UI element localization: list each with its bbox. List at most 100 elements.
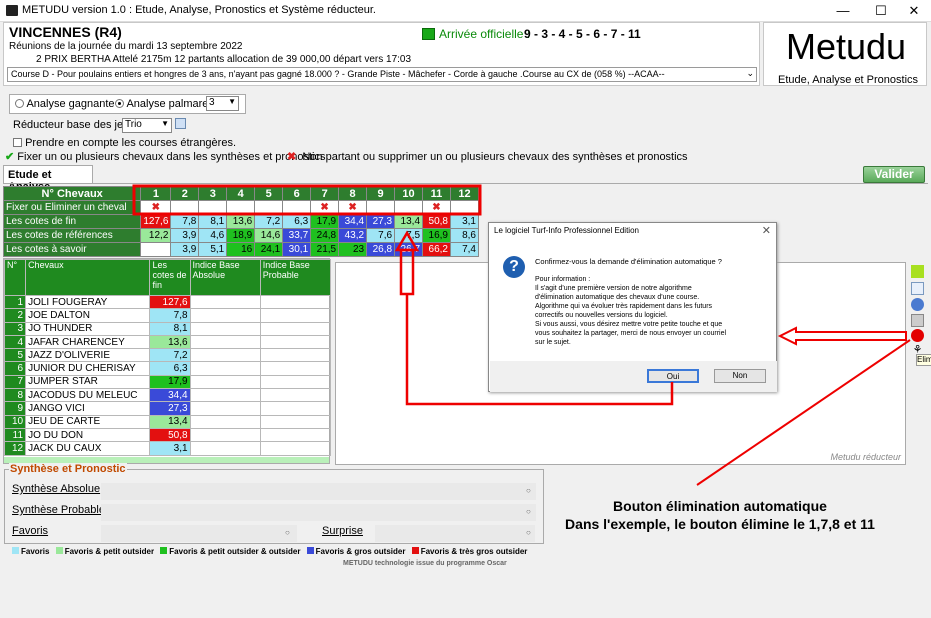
side-toolbar: ⚘ Elim [908,262,931,372]
grid-value-cell: 5,1 [198,242,228,257]
reducteur-select[interactable]: Trio ▼ [122,118,172,133]
grid-fix-cell[interactable] [198,200,228,215]
horse-name: JAZZ D'OLIVERIE [25,348,151,363]
grid-value-cell: 23 [338,242,368,257]
grid-value-cell: 33,7 [282,228,312,243]
table-row[interactable]: 3 JO THUNDER 8,1 [3,321,332,336]
table-row[interactable]: 11 JO DU DON 50,8 [3,427,332,443]
table-row[interactable]: 10 JEU DE CARTE 13,4 [3,414,332,429]
synthese-group: Synthèse et Pronostic Synthèse Absolue ○… [4,463,544,544]
prix-text: 2 PRIX BERTHA Attelé 2175m 12 partants a… [36,54,412,65]
copy-icon[interactable] [175,118,186,129]
grid-value-cell: 66,2 [422,242,451,257]
course-text: Course D - Pour poulains entiers et hong… [11,69,665,79]
horse-cote: 27,3 [149,401,191,416]
grid-fix-cell[interactable] [254,200,284,215]
grid-col-number: 4 [226,186,256,201]
table-row[interactable]: 2 JOE DALTON 7,8 [3,308,332,323]
table-row[interactable]: 5 JAZZ D'OLIVERIE 7,2 [3,348,332,363]
radio-icon[interactable]: ○ [285,528,290,537]
reunion-text: Réunions de la journée du mardi 13 septe… [9,41,243,52]
grid-value-cell: 26,7 [394,242,424,257]
grid-fix-cell[interactable]: ✖ [140,200,172,215]
table-row[interactable]: 9 JANGO VICI 27,3 [3,401,332,416]
grid-fix-cell[interactable] [394,200,424,215]
dialog-info-title: Pour information : [535,276,591,283]
grid-value-cell: 24,1 [254,242,284,257]
add-page-icon[interactable] [911,282,924,295]
logo: Metudu Etude, Analyse et Pronostics [763,22,927,86]
grid-value-cell: 21,5 [310,242,340,257]
grid-fix-cell[interactable] [366,200,396,215]
color-legend: Favoris Favoris & petit outsider Favoris… [12,547,527,556]
grid-value-cell: 7,4 [449,242,480,257]
surprise-field[interactable] [375,525,535,542]
grid-fix-cell[interactable]: ✖ [422,200,451,215]
horse-base-probable [259,388,332,403]
grid-fix-cell[interactable] [170,200,200,215]
grid-value-cell: 7,6 [366,228,396,243]
table-row[interactable]: 12 JACK DU CAUX 3,1 [3,441,332,456]
radio-icon[interactable]: ○ [526,507,531,516]
grid-col-number: 10 [394,186,424,201]
col-header-cote: Les cotes de fin [149,259,191,296]
horse-cote: 17,9 [149,374,191,390]
horse-base-absolue [189,361,261,376]
synthese-absolue-field[interactable] [101,483,536,500]
tab-etude-analyse[interactable]: Etude et Analyse [3,165,93,193]
non-button[interactable]: Non [714,369,766,383]
horse-base-probable [259,414,332,429]
oui-button[interactable]: Oui [647,369,699,383]
table-row[interactable]: 6 JUNIOR DU CHERISAY 6,3 [3,361,332,376]
table-row[interactable]: 7 JUMPER STAR 17,9 [3,374,332,390]
radio-icon[interactable]: ○ [526,486,531,495]
horse-number: 8 [3,388,27,403]
col-header-ba: Indice Base Absolue [189,259,261,296]
horse-number: 5 [3,348,27,363]
table-row[interactable]: 4 JAFAR CHARENCEY 13,6 [3,334,332,350]
palmares-select[interactable]: 3 ▼ [206,96,239,111]
print-icon[interactable] [911,314,924,327]
grid-fix-cell[interactable]: ✖ [310,200,340,215]
grid-value-cell: 13,6 [226,214,256,229]
grid-fix-cell[interactable] [226,200,256,215]
table-row[interactable]: 8 JACODUS DU MELEUC 34,4 [3,388,332,403]
horse-base-probable [259,348,332,363]
title-bar: METUDU version 1.0 : Etude, Analyse, Pro… [0,0,931,22]
minimize-button[interactable]: — [826,0,860,22]
favoris-field[interactable] [101,525,297,542]
etrangeres-checkbox[interactable]: Prendre en compte les courses étrangères… [13,137,236,149]
dialog-body: Pour information : Il s'agit d'une premi… [535,275,770,347]
green-square-icon[interactable] [911,265,924,278]
radio-analyse-palmares[interactable]: Analyse palmares [115,98,214,110]
help-icon[interactable] [911,298,924,311]
horse-base-probable [259,401,332,416]
valider-button[interactable]: Valider [863,166,925,183]
annotation-line: Dans l'exemple, le bouton élimine le 1,7… [565,516,875,532]
course-select[interactable]: Course D - Pour poulains entiers et hong… [7,67,757,82]
annotation: Bouton élimination automatique Dans l'ex… [550,497,890,533]
horse-cote: 13,4 [149,414,191,429]
grid-value-cell: 18,9 [226,228,256,243]
radio-analyse-gagnante[interactable]: Analyse gagnante [15,98,115,110]
grid-fix-cell[interactable]: ✖ [338,200,368,215]
close-button[interactable]: ✕ [897,0,931,22]
grid-fix-cell[interactable] [449,200,480,215]
horse-base-absolue [189,401,261,416]
horse-base-probable [259,308,332,323]
auto-eliminate-button[interactable] [911,329,924,342]
dialog-close-icon[interactable]: ✕ [762,224,771,237]
grid-value-cell: 7,8 [170,214,200,229]
app-icon [6,5,18,16]
maximize-button[interactable]: ☐ [864,0,898,22]
synthese-probable-field[interactable] [101,504,536,521]
dialog-line: Il s'agit d'une première version de notr… [535,285,692,292]
table-row[interactable]: 1 JOLI FOUGERAY 127,6 [3,294,332,310]
horse-name: JO THUNDER [25,321,151,336]
radio-icon[interactable]: ○ [526,528,531,537]
grid-value-cell: 26,8 [366,242,396,257]
red-cross-icon: ✖ [151,202,161,213]
grid-value-cell: 8,1 [198,214,228,229]
grid-fix-cell[interactable] [282,200,312,215]
horse-name: JACODUS DU MELEUC [25,388,151,403]
